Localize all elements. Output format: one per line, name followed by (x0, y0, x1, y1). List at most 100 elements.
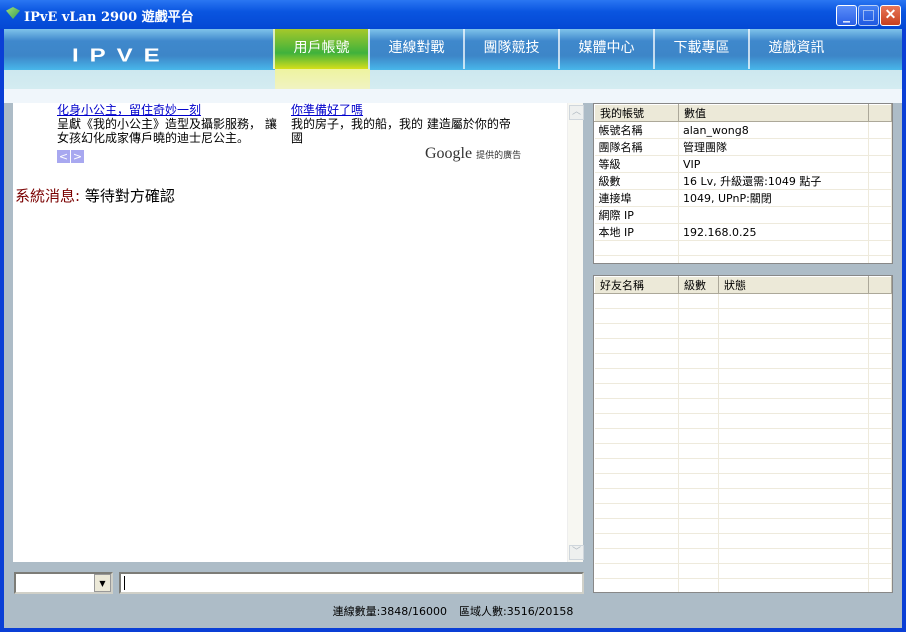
table-row[interactable] (594, 503, 892, 519)
table-row[interactable] (594, 293, 892, 309)
system-message: 系統消息: 等待對方確認 (15, 185, 175, 206)
table-cell (678, 413, 719, 429)
column-header-blank (868, 104, 892, 122)
tab-game-info[interactable]: 遊戲資訊 (748, 29, 843, 69)
table-cell (868, 473, 892, 489)
table-row[interactable] (594, 473, 892, 489)
table-cell (868, 308, 892, 324)
table-cell (678, 308, 719, 324)
table-cell: 級數 (594, 172, 679, 190)
status-bar: 連線數量:3848/16000 區域人數:3516/20158 (4, 603, 902, 619)
scroll-up-button[interactable]: ︿ (569, 105, 584, 120)
table-cell (678, 323, 719, 339)
table-cell (594, 428, 679, 444)
table-row[interactable] (594, 413, 892, 429)
table-cell (868, 206, 892, 224)
table-row[interactable] (594, 368, 892, 384)
tab-account[interactable]: 用戶帳號 (273, 29, 370, 89)
table-cell (594, 368, 679, 384)
table-row[interactable]: 本地 IP 192.168.0.25 (594, 223, 892, 241)
table-cell: 本地 IP (594, 223, 679, 241)
table-row[interactable] (594, 383, 892, 399)
column-header[interactable]: 好友名稱 (594, 276, 679, 294)
table-row[interactable] (594, 533, 892, 549)
table-cell (594, 503, 679, 519)
table-row[interactable] (594, 240, 892, 256)
ad-link[interactable]: 化身小公主，留住奇妙一刻 (57, 103, 201, 117)
table-cell: VIP (678, 155, 869, 173)
column-header[interactable]: 狀態 (718, 276, 869, 294)
table-row[interactable]: 級數 16 Lv, 升級還需:1049 點子 (594, 172, 892, 190)
table-row[interactable] (594, 548, 892, 564)
ad-1: 化身小公主，留住奇妙一刻 呈獻《我的小公主》造型及攝影服務， 讓女孩幻化成家傳戶… (57, 103, 279, 145)
nav-divider (4, 89, 902, 103)
table-row[interactable]: 等級 VIP (594, 155, 892, 173)
ad-body: 呈獻《我的小公主》造型及攝影服務， 讓女孩幻化成家傳戶曉的迪士尼公主。 (57, 117, 277, 145)
chevron-down-icon[interactable]: ▼ (94, 574, 111, 592)
app-icon (6, 7, 20, 19)
table-row[interactable]: 連接埠 1049, UPnP:關閉 (594, 189, 892, 207)
maximize-button[interactable]: □ (858, 5, 879, 26)
table-row[interactable] (594, 338, 892, 354)
close-button[interactable]: ✕ (880, 5, 901, 26)
table-row[interactable] (594, 458, 892, 474)
message-panel: 化身小公主，留住奇妙一刻 呈獻《我的小公主》造型及攝影服務， 讓女孩幻化成家傳戶… (13, 103, 584, 562)
logo: IPVE (72, 45, 171, 66)
table-cell (718, 398, 869, 414)
table-cell (868, 240, 892, 256)
table-cell (594, 293, 679, 309)
chat-input[interactable] (119, 572, 584, 594)
google-ads-label[interactable]: Google 提供的廣告 (425, 145, 521, 163)
table-cell (868, 353, 892, 369)
table-cell (678, 368, 719, 384)
table-cell (868, 443, 892, 459)
table-cell (868, 155, 892, 173)
table-row[interactable]: 帳號名稱 alan_wong8 (594, 121, 892, 139)
table-row[interactable] (594, 443, 892, 459)
ad-link[interactable]: 你準備好了嗎 (291, 103, 363, 117)
ad-nav: < > (57, 149, 85, 163)
table-row[interactable] (594, 563, 892, 579)
column-header[interactable]: 我的帳號 (594, 104, 679, 122)
ad-next-button[interactable]: > (71, 150, 84, 163)
table-cell (868, 578, 892, 592)
table-cell (718, 488, 869, 504)
chat-target-select[interactable]: ▼ (14, 572, 113, 594)
table-cell (718, 428, 869, 444)
scroll-down-button[interactable]: ﹀ (569, 545, 584, 560)
table-row[interactable] (594, 488, 892, 504)
table-row[interactable] (594, 308, 892, 324)
table-cell (868, 458, 892, 474)
tab-download[interactable]: 下載專區 (653, 29, 748, 69)
table-row[interactable]: 團隊名稱 管理團隊 (594, 138, 892, 156)
table-row[interactable]: 網際 IP (594, 206, 892, 224)
table-cell (868, 488, 892, 504)
table-row[interactable] (594, 428, 892, 444)
table-row[interactable] (594, 578, 892, 592)
vertical-scrollbar[interactable]: ︿ ﹀ (567, 103, 584, 562)
table-cell (678, 353, 719, 369)
table-row[interactable] (594, 518, 892, 534)
minimize-button[interactable]: _ (836, 5, 857, 26)
friends-table: 好友名稱 級數 狀態 (593, 275, 893, 593)
table-cell (594, 353, 679, 369)
table-row[interactable] (594, 323, 892, 339)
tab-media[interactable]: 媒體中心 (558, 29, 653, 69)
table-cell: 管理團隊 (678, 138, 869, 156)
table-cell (718, 323, 869, 339)
table-row[interactable] (594, 255, 892, 263)
table-cell (718, 458, 869, 474)
table-row[interactable] (594, 353, 892, 369)
ad-prev-button[interactable]: < (57, 150, 70, 163)
table-cell (718, 383, 869, 399)
table-cell (868, 518, 892, 534)
table-cell (678, 533, 719, 549)
table-row[interactable] (594, 398, 892, 414)
column-header[interactable]: 數值 (678, 104, 869, 122)
table-cell (594, 323, 679, 339)
tab-battle[interactable]: 連線對戰 (368, 29, 463, 69)
table-cell (718, 548, 869, 564)
table-cell (678, 428, 719, 444)
tab-team[interactable]: 團隊競技 (463, 29, 558, 69)
column-header[interactable]: 級數 (678, 276, 719, 294)
